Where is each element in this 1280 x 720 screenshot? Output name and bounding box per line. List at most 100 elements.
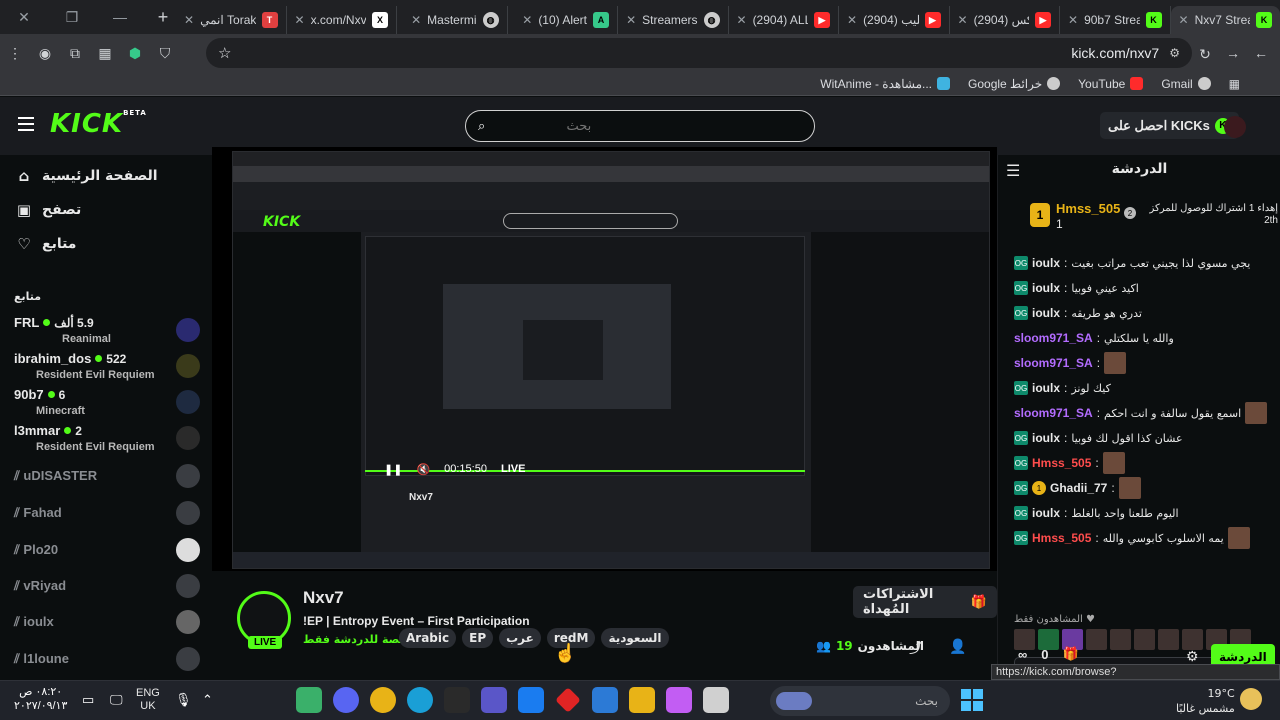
- tag[interactable]: السعودية: [601, 628, 669, 648]
- get-kicks-button[interactable]: احصل على KICKs K: [1100, 112, 1239, 139]
- bookmark-item[interactable]: YouTube: [1078, 77, 1144, 91]
- puzzle-icon[interactable]: ⧉: [60, 45, 90, 62]
- mic-icon[interactable]: 🎙: [175, 692, 192, 708]
- extension-icon[interactable]: ▦: [90, 45, 120, 62]
- close-tab-icon[interactable]: ✕: [958, 13, 968, 27]
- sidebar-item-following[interactable]: ♡ متابع: [16, 235, 76, 253]
- close-tab-icon[interactable]: ✕: [184, 13, 194, 27]
- tag[interactable]: EP: [462, 628, 494, 648]
- browser-tab[interactable]: ✕ x.com/Nxv X: [287, 6, 397, 34]
- extension-icon[interactable]: ⬢: [120, 45, 150, 62]
- notification-icon[interactable]: ▭: [82, 692, 94, 708]
- back-icon[interactable]: ←: [1246, 45, 1276, 61]
- browser-tab[interactable]: ✕ Mastermi ◍: [397, 6, 508, 34]
- app-icon[interactable]: [296, 687, 322, 713]
- search-input[interactable]: [491, 118, 592, 134]
- browser-tab[interactable]: ✕ (10) Alert A: [508, 6, 618, 34]
- followed-channel[interactable]: 522 ibrahim_dos Resident Evil Requiem: [14, 351, 204, 387]
- chrome-icon[interactable]: [370, 687, 396, 713]
- hamburger-menu-icon[interactable]: [18, 117, 34, 131]
- app-icon[interactable]: [703, 687, 729, 713]
- offline-channel[interactable]: ⫽ l1loune: [14, 647, 204, 671]
- sidebar-item-browse[interactable]: ▣ تصفح: [16, 201, 81, 219]
- close-tab-icon[interactable]: ✕: [522, 13, 532, 27]
- close-tab-icon[interactable]: ✕: [737, 13, 747, 27]
- browser-tab[interactable]: ✕ (2904) ALL ▶: [729, 6, 839, 34]
- share-icon[interactable]: ⤴: [909, 638, 923, 658]
- app-icon[interactable]: [555, 687, 581, 713]
- restore-window-icon[interactable]: ❐: [48, 9, 96, 26]
- viewer-avatar[interactable]: [1134, 629, 1155, 650]
- epic-games-icon[interactable]: [444, 687, 470, 713]
- offline-channel[interactable]: ⫽ Plo20: [14, 538, 204, 562]
- language-indicator[interactable]: ENG UK: [136, 687, 160, 713]
- close-tab-icon[interactable]: ✕: [295, 13, 305, 27]
- extension-icon[interactable]: ◉: [30, 45, 60, 62]
- sidebar-item-home[interactable]: ⌂ الصفحة الرئيسية: [16, 167, 158, 185]
- address-bar[interactable]: ☆ kick.com/nxv7 ⚙: [206, 38, 1192, 68]
- dropbox-icon[interactable]: [518, 687, 544, 713]
- apps-grid-icon[interactable]: ▦: [1229, 77, 1240, 91]
- close-tab-icon[interactable]: ✕: [411, 13, 421, 27]
- viewer-avatar[interactable]: [1158, 629, 1179, 650]
- viewer-avatar[interactable]: [1182, 629, 1203, 650]
- folder-icon[interactable]: [629, 687, 655, 713]
- close-tab-icon[interactable]: ✕: [1068, 13, 1078, 27]
- offline-channel[interactable]: ⫽ Fahad: [14, 501, 204, 525]
- browser-tab[interactable]: ✕انمي TorakuT: [176, 6, 287, 34]
- forward-icon[interactable]: →: [1218, 45, 1248, 61]
- menu-dots-icon[interactable]: ⋮: [0, 45, 30, 62]
- kick-logo[interactable]: KICKBETA: [50, 109, 147, 139]
- search-bar[interactable]: ⌕: [465, 110, 815, 142]
- offline-channel[interactable]: ⫽ ioulx: [14, 610, 204, 634]
- app-icon[interactable]: [481, 687, 507, 713]
- offline-channel[interactable]: ⫽ uDISASTER: [14, 464, 204, 488]
- gifted-subs-button[interactable]: الاشتراكات المُهداة 🎁: [853, 586, 997, 618]
- close-tab-icon[interactable]: ✕: [1179, 13, 1189, 27]
- new-tab-button[interactable]: +: [150, 7, 176, 28]
- viewer-avatar[interactable]: [1110, 629, 1131, 650]
- browser-tab[interactable]: ✕ Streamers ◍: [618, 6, 729, 34]
- offline-icon: ⫽: [14, 542, 24, 557]
- close-tab-icon[interactable]: ✕: [847, 13, 857, 27]
- network-icon[interactable]: 🖵: [110, 692, 123, 708]
- close-tab-icon[interactable]: ✕: [626, 13, 636, 27]
- streamer-name[interactable]: Nxv7: [303, 588, 344, 608]
- bookmark-item[interactable]: Google خرائط: [968, 77, 1061, 91]
- close-window-icon[interactable]: ✕: [0, 9, 48, 26]
- followed-channel[interactable]: 6 90b7 Minecraft: [14, 387, 204, 423]
- pinned-user[interactable]: Hmss_505: [1056, 201, 1120, 216]
- video-player[interactable]: KICK Nxv7 ❚❚ 🔇 00:15:50 LIVE: [212, 147, 997, 571]
- copilot-icon[interactable]: [666, 687, 692, 713]
- offline-channel[interactable]: ⫽ vRiyad: [14, 574, 204, 598]
- windows-start-icon[interactable]: [961, 689, 983, 711]
- chevron-up-icon[interactable]: ⌃: [202, 692, 213, 708]
- site-settings-icon[interactable]: ⚙: [1169, 46, 1180, 60]
- followed-channel[interactable]: 5.9 ألف FRL Reanimal: [14, 315, 204, 351]
- discord-icon[interactable]: [333, 687, 359, 713]
- viewer-avatar[interactable]: [1086, 629, 1107, 650]
- taskbar-search[interactable]: بحث: [770, 686, 950, 716]
- weather-widget[interactable]: 19°C مشمس غالبًا: [1176, 686, 1235, 716]
- clock[interactable]: ٠٨:٢٠ ص ٢٠٢٧/٠٩/١٣: [14, 685, 67, 713]
- browser-tab-active[interactable]: ✕ Nxv7 Strea K: [1170, 6, 1280, 34]
- gift-icon[interactable]: 🎁: [1063, 646, 1079, 662]
- bookmark-item[interactable]: Gmail: [1161, 77, 1211, 91]
- tag[interactable]: Arabic: [399, 628, 457, 648]
- reload-icon[interactable]: ↻: [1190, 46, 1220, 63]
- browser-tab[interactable]: ✕ 90b7 Strea K: [1060, 6, 1171, 34]
- followed-channel[interactable]: 2 l3mmar Resident Evil Requiem: [14, 423, 204, 459]
- mail-icon[interactable]: [592, 687, 618, 713]
- browser-tab[interactable]: ✕(2904) كس▶: [950, 6, 1060, 34]
- chat-settings-icon[interactable]: ⚙: [1186, 648, 1199, 665]
- follow-icon[interactable]: 👤: [949, 638, 966, 655]
- tag[interactable]: عرب: [499, 628, 541, 648]
- bookmark-item[interactable]: WitAnime - مشاهدة...: [820, 77, 951, 91]
- shield-icon[interactable]: ⛉: [150, 45, 180, 62]
- bookmark-star-icon[interactable]: ☆: [218, 44, 231, 62]
- kicks-icon[interactable]: ∞: [1018, 647, 1027, 662]
- minimize-window-icon[interactable]: —: [96, 9, 144, 25]
- user-avatar[interactable]: [1224, 116, 1246, 138]
- edge-icon[interactable]: [407, 687, 433, 713]
- browser-tab[interactable]: ✕(2904) كليب▶: [839, 6, 950, 34]
